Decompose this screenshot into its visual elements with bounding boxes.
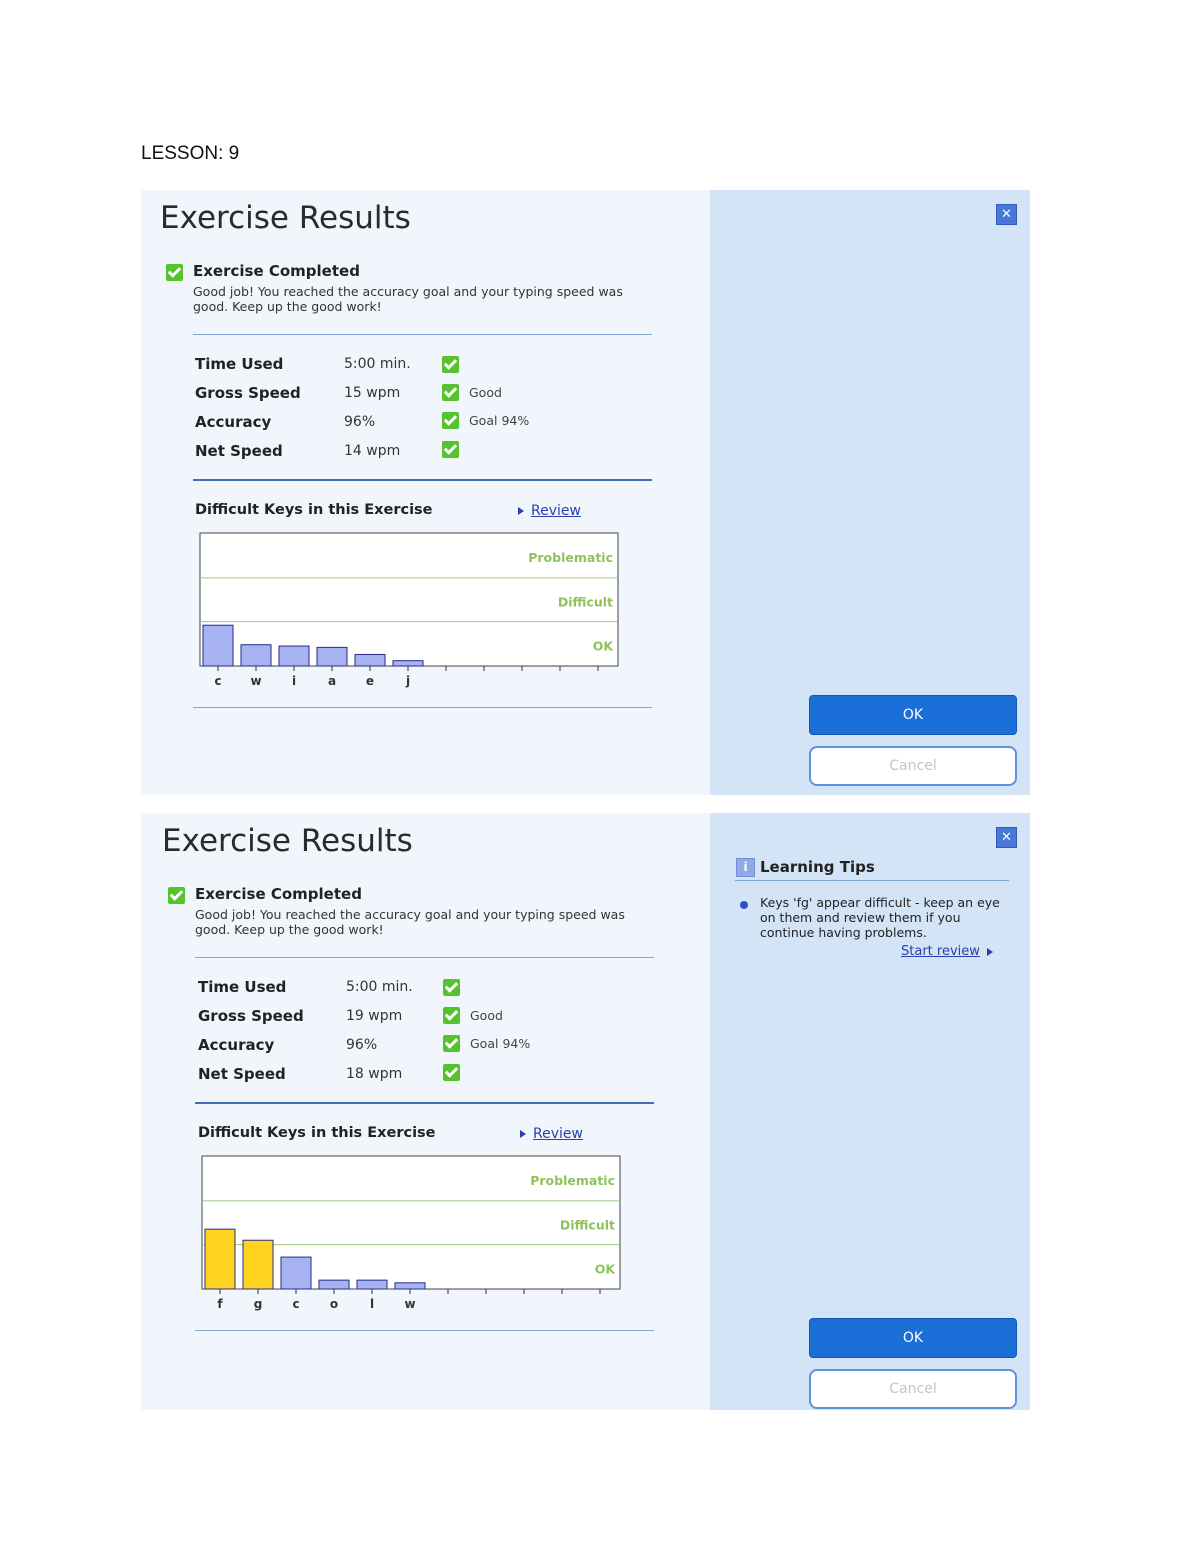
chart-bar: [280, 1256, 312, 1290]
stat-label-accuracy: Accuracy: [198, 1036, 275, 1054]
stat-value-accuracy: 96%: [344, 414, 376, 430]
stat-note-accuracy: Goal 94%: [470, 1036, 531, 1051]
stat-value-gross-speed: 15 wpm: [344, 385, 401, 401]
stat-value-net-speed: 14 wpm: [344, 443, 401, 459]
divider: [735, 880, 1009, 881]
stat-value-time-used: 5:00 min.: [344, 356, 411, 372]
chart-band-label: Difficult: [558, 594, 613, 609]
checkmark-icon: [168, 887, 185, 904]
difficult-keys-title: Difficult Keys in this Exercise: [198, 1125, 436, 1141]
checkmark-icon: [443, 1064, 460, 1081]
chart-key-label: w: [404, 1297, 415, 1311]
cancel-button[interactable]: Cancel: [809, 1369, 1017, 1409]
chart-key-label: c: [214, 674, 221, 688]
divider: [193, 334, 652, 335]
chart-bar: [318, 1279, 350, 1290]
completed-message: Good job! You reached the accuracy goal …: [193, 284, 623, 314]
close-icon[interactable]: ✕: [996, 827, 1017, 848]
divider: [193, 707, 652, 708]
arrow-right-icon: [520, 1130, 526, 1138]
chart-key-label: i: [292, 674, 296, 688]
exercise-results-dialog: Exercise Results ✕ Exercise Completed Go…: [141, 190, 1030, 795]
chart-key-label: e: [366, 674, 374, 688]
chart-key-label: c: [292, 1297, 299, 1311]
stat-label-net-speed: Net Speed: [198, 1065, 286, 1083]
info-icon: i: [736, 858, 755, 877]
checkmark-icon: [442, 412, 459, 429]
chart-bar: [278, 645, 310, 667]
checkmark-icon: [443, 979, 460, 996]
chart-band-label: Problematic: [528, 550, 613, 565]
review-link[interactable]: Review: [531, 503, 581, 519]
stat-label-time-used: Time Used: [198, 978, 287, 996]
cancel-button[interactable]: Cancel: [809, 746, 1017, 786]
chart-band-label: OK: [593, 639, 615, 654]
chart-bar: [392, 660, 424, 667]
stat-note-gross-speed: Good: [469, 385, 502, 400]
checkmark-icon: [443, 1035, 460, 1052]
dialog-title: Exercise Results: [162, 823, 413, 859]
dialog-title: Exercise Results: [160, 200, 411, 236]
difficult-keys-chart: Problematic Difficult OK c w i a e j: [199, 532, 619, 688]
stat-value-gross-speed: 19 wpm: [346, 1008, 403, 1024]
stat-label-net-speed: Net Speed: [195, 442, 283, 460]
learning-tips-text: Keys 'fg' appear difficult - keep an eye…: [760, 895, 1000, 940]
stat-note-accuracy: Goal 94%: [469, 413, 530, 428]
divider: [195, 957, 654, 958]
checkmark-icon: [166, 264, 183, 281]
stat-label-gross-speed: Gross Speed: [198, 1007, 304, 1025]
chart-key-label: l: [370, 1297, 374, 1311]
divider: [195, 1102, 654, 1104]
arrow-right-icon: [987, 948, 993, 956]
chart-bar: [356, 1279, 388, 1290]
stat-label-gross-speed: Gross Speed: [195, 384, 301, 402]
ok-button[interactable]: OK: [809, 1318, 1017, 1358]
chart-key-label: j: [405, 674, 410, 688]
stat-label-accuracy: Accuracy: [195, 413, 272, 431]
stat-label-time-used: Time Used: [195, 355, 284, 373]
chart-bar: [240, 644, 272, 667]
chart-key-label: f: [217, 1297, 223, 1311]
difficult-keys-chart: Problematic Difficult OK f g c o l w: [201, 1155, 621, 1311]
difficult-keys-chart-svg: Problematic Difficult OK c w i a e j: [199, 532, 619, 688]
divider: [193, 479, 652, 481]
stat-value-accuracy: 96%: [346, 1037, 378, 1053]
chart-key-label: w: [250, 674, 261, 688]
chart-band-label: Difficult: [560, 1217, 615, 1232]
stat-value-net-speed: 18 wpm: [346, 1066, 403, 1082]
arrow-right-icon: [518, 507, 524, 515]
learning-tips-title: Learning Tips: [760, 858, 875, 876]
checkmark-icon: [442, 441, 459, 458]
chart-band-label: Problematic: [530, 1173, 615, 1188]
exercise-results-dialog: Exercise Results ✕ i Learning Tips Keys …: [141, 813, 1030, 1410]
completed-title: Exercise Completed: [195, 885, 362, 903]
stat-note-gross-speed: Good: [470, 1008, 503, 1023]
chart-key-label: a: [328, 674, 336, 688]
chart-bar: [242, 1239, 274, 1290]
start-review-link[interactable]: Start review: [901, 944, 980, 959]
chart-bar: [394, 1282, 426, 1290]
checkmark-icon: [442, 384, 459, 401]
checkmark-icon: [443, 1007, 460, 1024]
chart-bar: [354, 653, 386, 667]
chart-key-label: o: [330, 1297, 338, 1311]
ok-button[interactable]: OK: [809, 695, 1017, 735]
chart-band-label: OK: [595, 1262, 617, 1277]
chart-bar: [202, 624, 234, 667]
chart-bar: [204, 1228, 236, 1290]
stat-value-time-used: 5:00 min.: [346, 979, 413, 995]
difficult-keys-chart-svg: Problematic Difficult OK f g c o l w: [201, 1155, 621, 1311]
chart-bar: [316, 646, 348, 667]
difficult-keys-title: Difficult Keys in this Exercise: [195, 502, 433, 518]
completed-title: Exercise Completed: [193, 262, 360, 280]
bullet-icon: [740, 901, 748, 909]
completed-message: Good job! You reached the accuracy goal …: [195, 907, 625, 937]
divider: [195, 1330, 654, 1331]
checkmark-icon: [442, 356, 459, 373]
lesson-label: LESSON: 9: [141, 143, 240, 164]
close-icon[interactable]: ✕: [996, 204, 1017, 225]
review-link[interactable]: Review: [533, 1126, 583, 1142]
chart-key-label: g: [254, 1297, 263, 1311]
